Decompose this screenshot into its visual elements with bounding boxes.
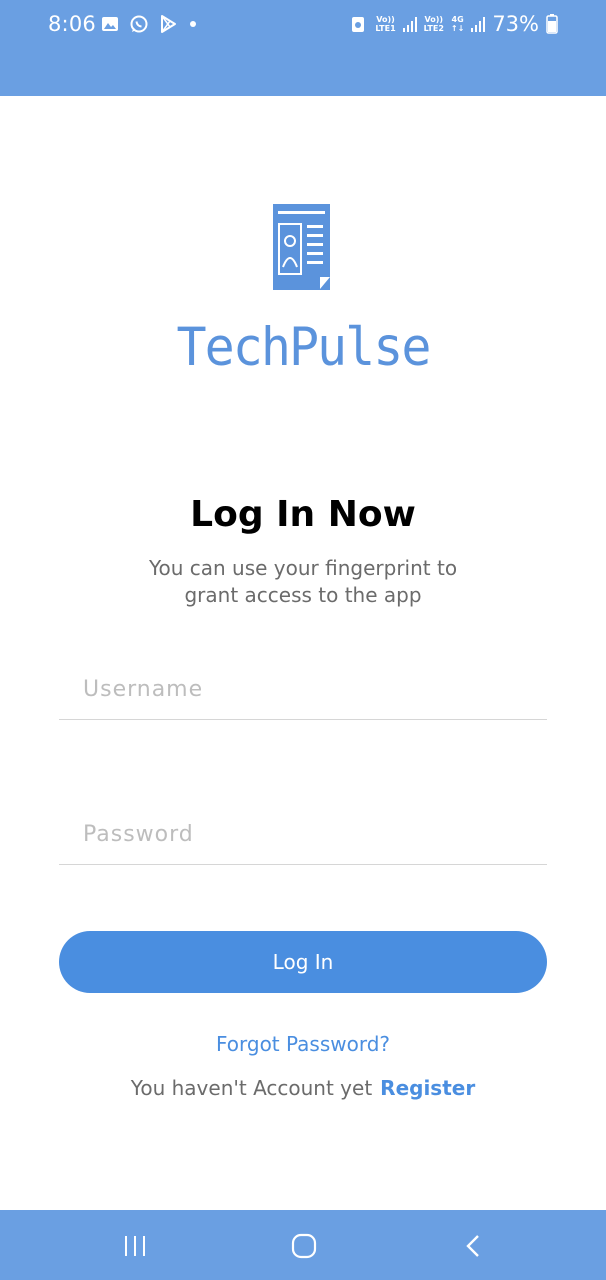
page-subtitle: You can use your fingerprint to grant ac…	[148, 556, 458, 607]
notification-icons	[100, 14, 207, 34]
id-document-icon	[273, 204, 330, 290]
sim1-signal-icon	[402, 16, 417, 32]
recent-apps-icon[interactable]	[121, 1232, 149, 1260]
play-store-icon	[161, 15, 176, 33]
network-type: 4G ↑↓	[450, 15, 465, 33]
data-saver-icon	[352, 17, 365, 32]
forgot-password-link[interactable]: Forgot Password?	[0, 1032, 606, 1056]
password-field[interactable]	[59, 805, 547, 865]
register-link[interactable]: Register	[380, 1076, 475, 1100]
battery-percent: 73%	[492, 12, 539, 36]
page-title: Log In Now	[190, 494, 416, 535]
dot-icon	[190, 21, 196, 27]
gallery-icon	[102, 17, 118, 31]
sim1-tag: Vo)) LTE1	[375, 15, 396, 33]
whatsapp-icon	[130, 15, 148, 33]
sim2-signal-icon	[471, 16, 486, 32]
status-time: 8:06	[48, 12, 96, 36]
register-prompt: You haven't Account yet Register	[0, 1076, 606, 1100]
battery-icon	[546, 14, 558, 34]
brand-name: TechPulse	[176, 316, 432, 378]
login-button[interactable]: Log In	[59, 931, 547, 993]
home-icon[interactable]	[290, 1232, 318, 1260]
navigation-bar	[0, 1210, 606, 1280]
no-account-text: You haven't Account yet	[130, 1076, 373, 1100]
back-icon[interactable]	[460, 1232, 488, 1260]
status-bar: 8:06 Vo)) LTE1 Vo)) LTE2 4G ↑↓ 73%	[0, 0, 606, 96]
username-field[interactable]	[59, 660, 547, 720]
system-icons: Vo)) LTE1 Vo)) LTE2 4G ↑↓ 73%	[348, 12, 558, 36]
sim2-tag: Vo)) LTE2	[423, 15, 444, 33]
